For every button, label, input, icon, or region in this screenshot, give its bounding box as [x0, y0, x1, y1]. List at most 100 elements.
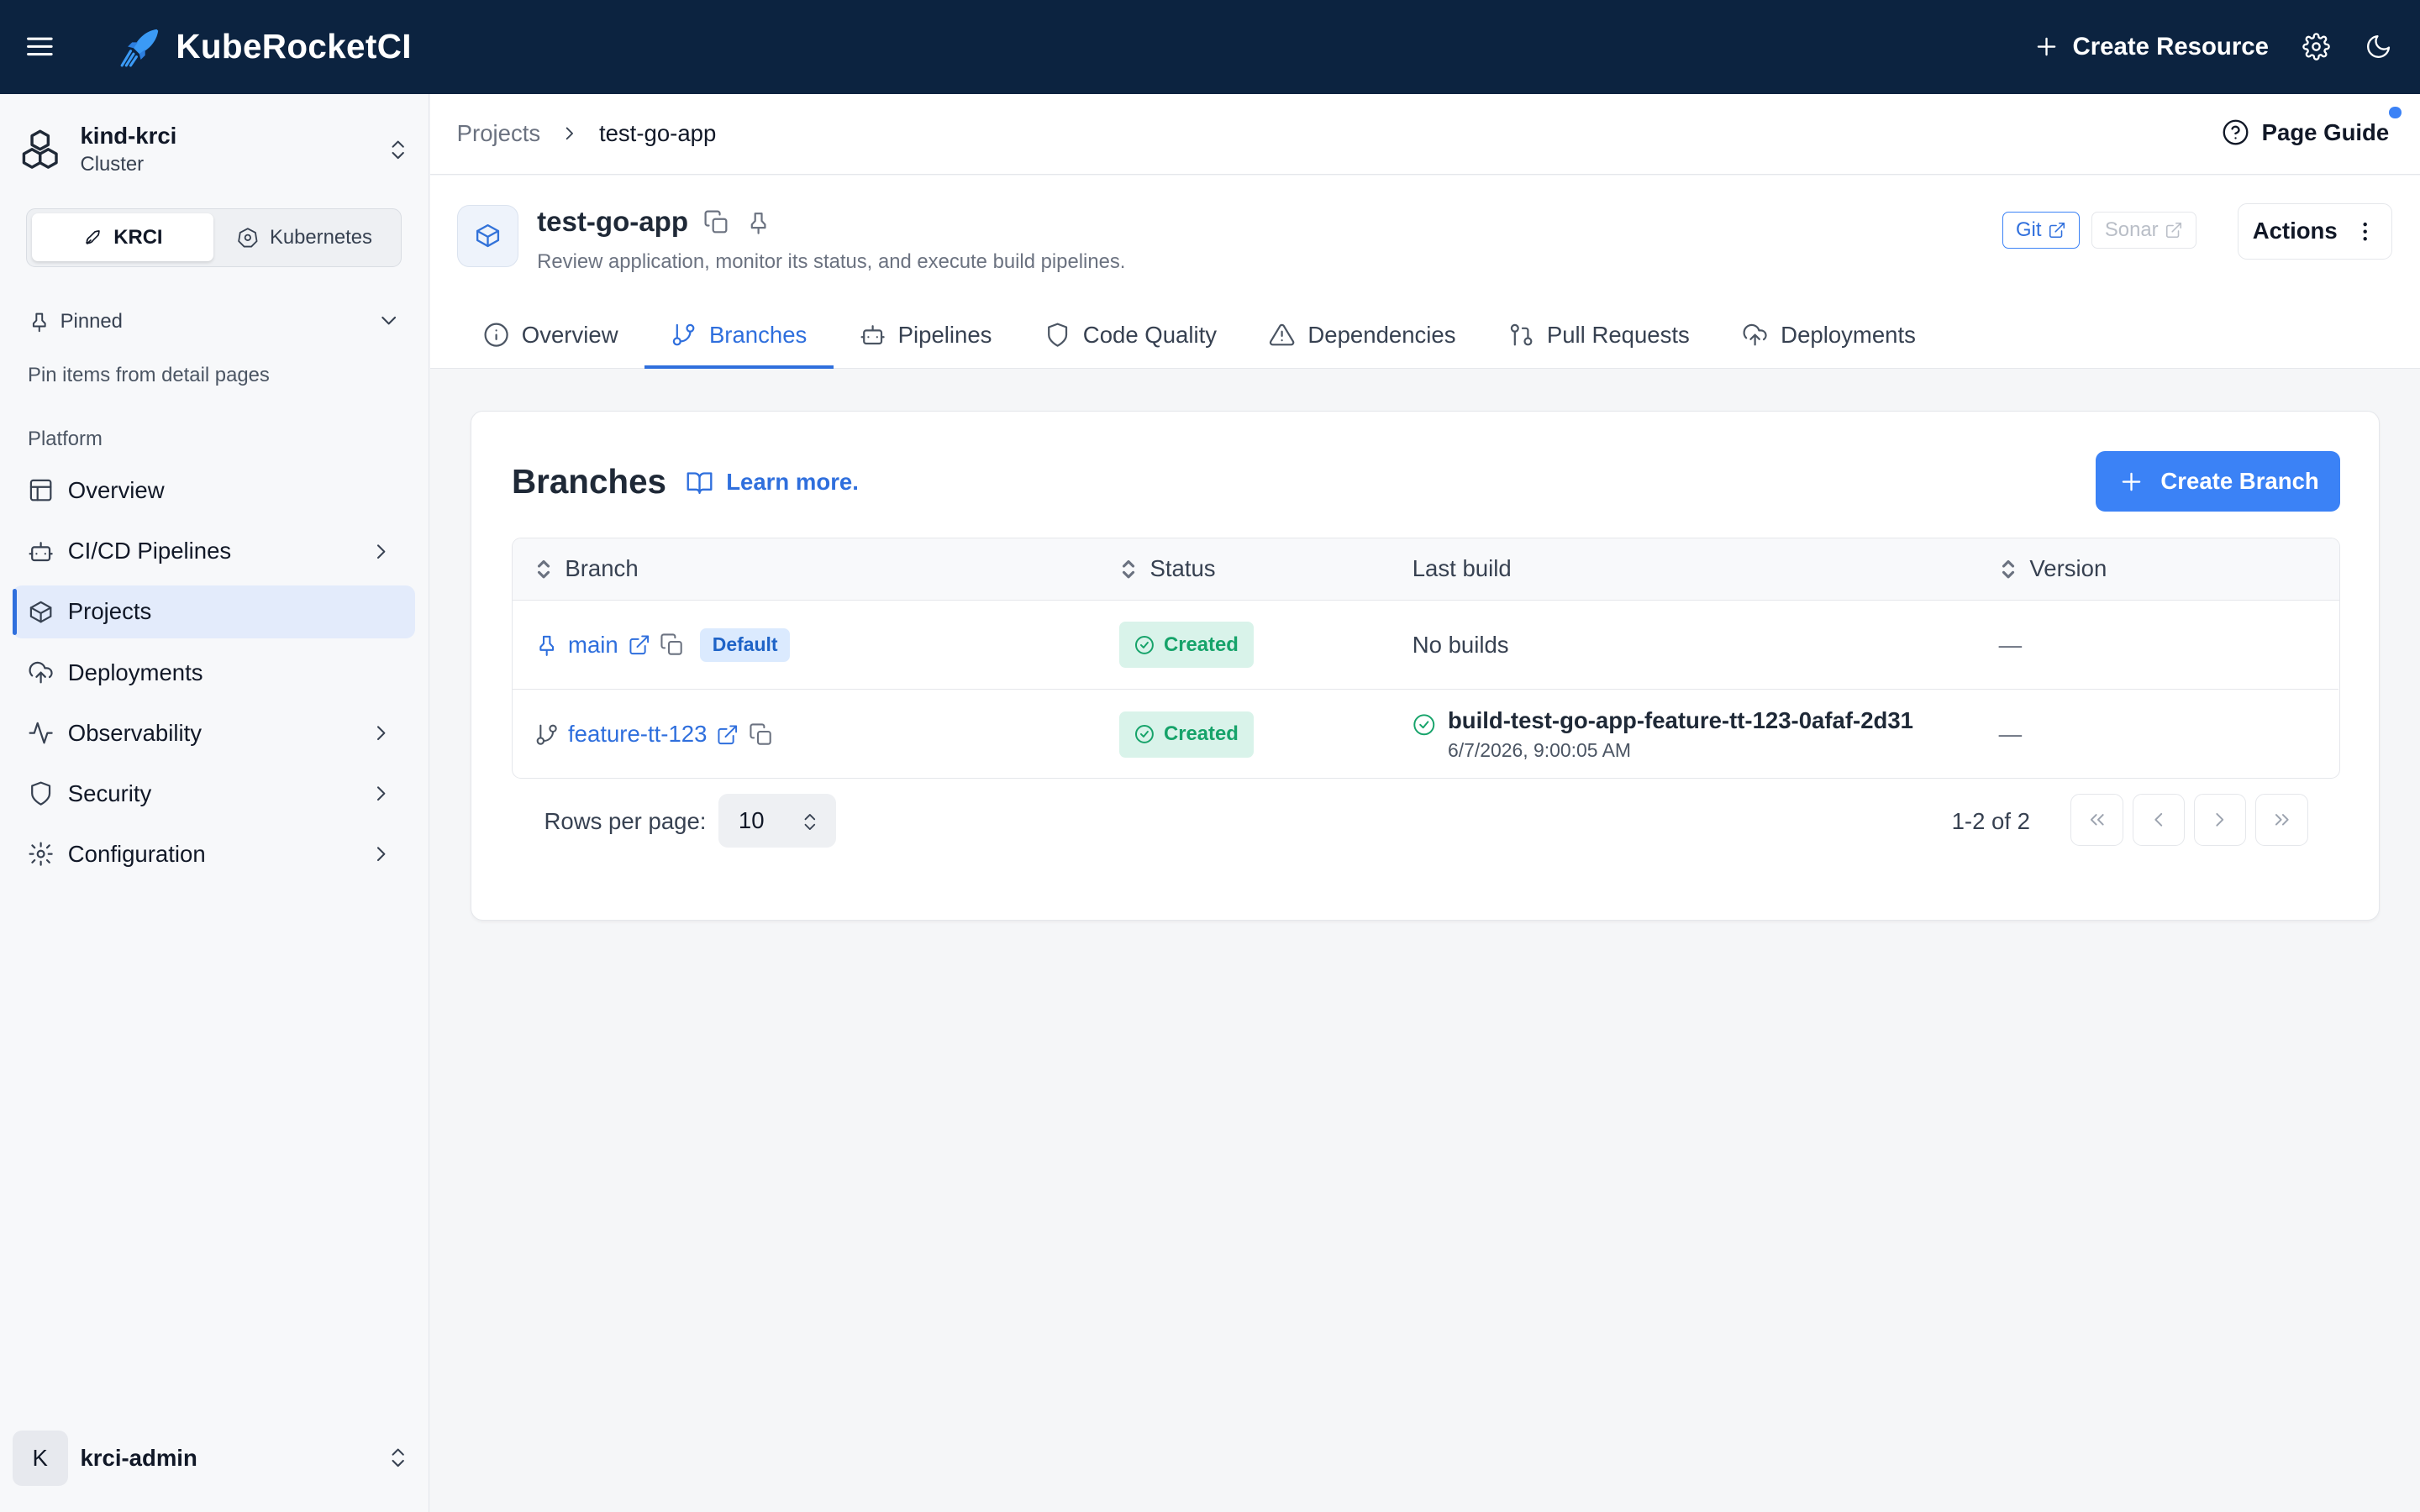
- last-page-button[interactable]: [2255, 794, 2308, 847]
- tab-overview[interactable]: Overview: [457, 302, 644, 367]
- pin-icon[interactable]: [745, 209, 771, 235]
- create-resource-button[interactable]: Create Resource: [2033, 33, 2269, 61]
- avatar: K: [12, 1430, 68, 1486]
- chevrons-left-icon: [2090, 814, 2104, 826]
- sort-icon: [537, 559, 550, 579]
- mode-kubernetes-label: Kubernetes: [269, 225, 372, 249]
- chevrons-up-down-icon: [386, 134, 410, 165]
- more-vertical-icon: [2363, 222, 2367, 241]
- chevrons-up-down-icon: [386, 1442, 410, 1473]
- external-link-icon[interactable]: [628, 633, 651, 657]
- tab-label: Pull Requests: [1546, 321, 1690, 348]
- menu-icon[interactable]: [24, 31, 55, 62]
- breadcrumb-current: test-go-app: [598, 120, 717, 147]
- column-last-build-label: Last build: [1412, 555, 1512, 582]
- pin-icon: [539, 636, 554, 657]
- actions-button[interactable]: Actions: [2238, 203, 2392, 260]
- sidebar-item-label: Observability: [67, 719, 202, 746]
- git-link[interactable]: Git: [2002, 211, 2080, 249]
- branch-name-link[interactable]: feature-tt-123: [568, 721, 707, 748]
- tab-dependencies[interactable]: Dependencies: [1243, 302, 1481, 367]
- main-content: Projects test-go-app Page Guide test-go-…: [430, 94, 2420, 1512]
- create-branch-button[interactable]: Create Branch: [2096, 451, 2341, 512]
- tab-label: Dependencies: [1307, 321, 1456, 348]
- page-guide-button[interactable]: Page Guide: [2222, 106, 2402, 146]
- next-page-button[interactable]: [2193, 794, 2247, 847]
- previous-page-button[interactable]: [2132, 794, 2185, 847]
- help-circle-icon: [2223, 119, 2249, 145]
- tab-pull-requests[interactable]: Pull Requests: [1482, 302, 1716, 367]
- pinned-section-toggle[interactable]: Pinned: [28, 310, 401, 333]
- rows-per-page-select[interactable]: 10: [718, 794, 836, 848]
- column-branch[interactable]: Branch: [534, 555, 639, 582]
- column-status[interactable]: Status: [1119, 555, 1216, 582]
- alert-triangle-icon: [1270, 323, 1295, 346]
- mode-kubernetes[interactable]: Kubernetes: [213, 213, 396, 261]
- user-menu[interactable]: K krci-admin: [12, 1430, 417, 1486]
- learn-more-link[interactable]: Learn more.: [686, 469, 859, 496]
- chevron-right-icon: [559, 123, 581, 144]
- copy-icon[interactable]: [749, 722, 773, 747]
- moon-icon[interactable]: [2365, 33, 2392, 60]
- external-link-icon: [2165, 222, 2181, 238]
- page-title: test-go-app: [537, 207, 689, 239]
- sidebar-item-configuration[interactable]: Configuration: [13, 828, 415, 880]
- git-branch-icon: [536, 724, 557, 745]
- tab-branches[interactable]: Branches: [644, 302, 834, 369]
- check-circle-icon: [1135, 725, 1154, 744]
- sidebar-item-observability[interactable]: Observability: [13, 707, 415, 759]
- gear-icon[interactable]: [2302, 33, 2331, 61]
- external-link-icon[interactable]: [716, 723, 739, 747]
- pinned-label: Pinned: [60, 310, 123, 333]
- column-version[interactable]: Version: [1999, 555, 2107, 582]
- layout-icon: [29, 480, 52, 501]
- sidebar-item-projects[interactable]: Projects: [12, 585, 416, 638]
- create-resource-label: Create Resource: [2072, 33, 2269, 61]
- copy-icon[interactable]: [703, 209, 729, 235]
- sort-icon: [2002, 559, 2014, 579]
- brand[interactable]: KubeRocketCI: [118, 24, 412, 70]
- breadcrumb: Projects test-go-app: [457, 120, 717, 147]
- breadcrumb-projects[interactable]: Projects: [457, 120, 541, 147]
- tab-code-quality[interactable]: Code Quality: [1018, 302, 1244, 367]
- box-icon: [456, 205, 519, 267]
- tab-label: Overview: [521, 321, 618, 348]
- column-version-label: Version: [2029, 555, 2107, 582]
- kubernetes-icon: [238, 228, 258, 248]
- column-status-label: Status: [1150, 555, 1216, 582]
- build-name-link[interactable]: build-test-go-app-feature-tt-123-0afaf-2…: [1448, 707, 1913, 734]
- sidebar-item-security[interactable]: Security: [13, 768, 415, 820]
- copy-icon[interactable]: [660, 633, 684, 657]
- chevron-left-icon: [2154, 813, 2163, 827]
- sidebar-item-label: CI/CD Pipelines: [67, 538, 232, 564]
- status-label: Created: [1164, 633, 1239, 656]
- user-name: krci-admin: [80, 1444, 197, 1471]
- sidebar-item-deployments[interactable]: Deployments: [13, 646, 415, 698]
- rows-per-page-label: Rows per page:: [544, 807, 707, 834]
- tab-deployments[interactable]: Deployments: [1716, 302, 1942, 367]
- plus-icon: [2122, 472, 2141, 491]
- plus-icon: [2037, 38, 2056, 56]
- sidebar-item-cicd-pipelines[interactable]: CI/CD Pipelines: [13, 525, 415, 577]
- info-icon: [484, 323, 508, 347]
- sonar-link-label: Sonar: [2104, 218, 2159, 241]
- page-guide-label: Page Guide: [2261, 118, 2390, 145]
- mode-krci[interactable]: KRCI: [31, 213, 214, 262]
- gear-icon: [29, 842, 53, 867]
- branch-name-link[interactable]: main: [568, 632, 618, 659]
- breadcrumb-bar: Projects test-go-app Page Guide: [430, 94, 2420, 175]
- first-page-button[interactable]: [2070, 794, 2123, 847]
- sonar-link[interactable]: Sonar: [2091, 211, 2196, 249]
- chevron-right-icon: [369, 721, 393, 745]
- actions-label: Actions: [2252, 218, 2338, 244]
- tab-pipelines[interactable]: Pipelines: [834, 302, 1018, 367]
- status-badge: Created: [1118, 622, 1255, 669]
- sidebar-item-overview[interactable]: Overview: [13, 465, 415, 517]
- table-header: Branch Status Last build Version: [512, 538, 2340, 601]
- cluster-switcher[interactable]: kind-krci Cluster: [18, 116, 417, 184]
- project-description: Review application, monitor its status, …: [537, 249, 1126, 273]
- sidebar-nav: Overview CI/CD Pipelines Projects Deploy…: [12, 465, 416, 889]
- shield-icon: [31, 781, 51, 806]
- book-open-icon: [687, 471, 713, 494]
- create-branch-label: Create Branch: [2160, 468, 2319, 495]
